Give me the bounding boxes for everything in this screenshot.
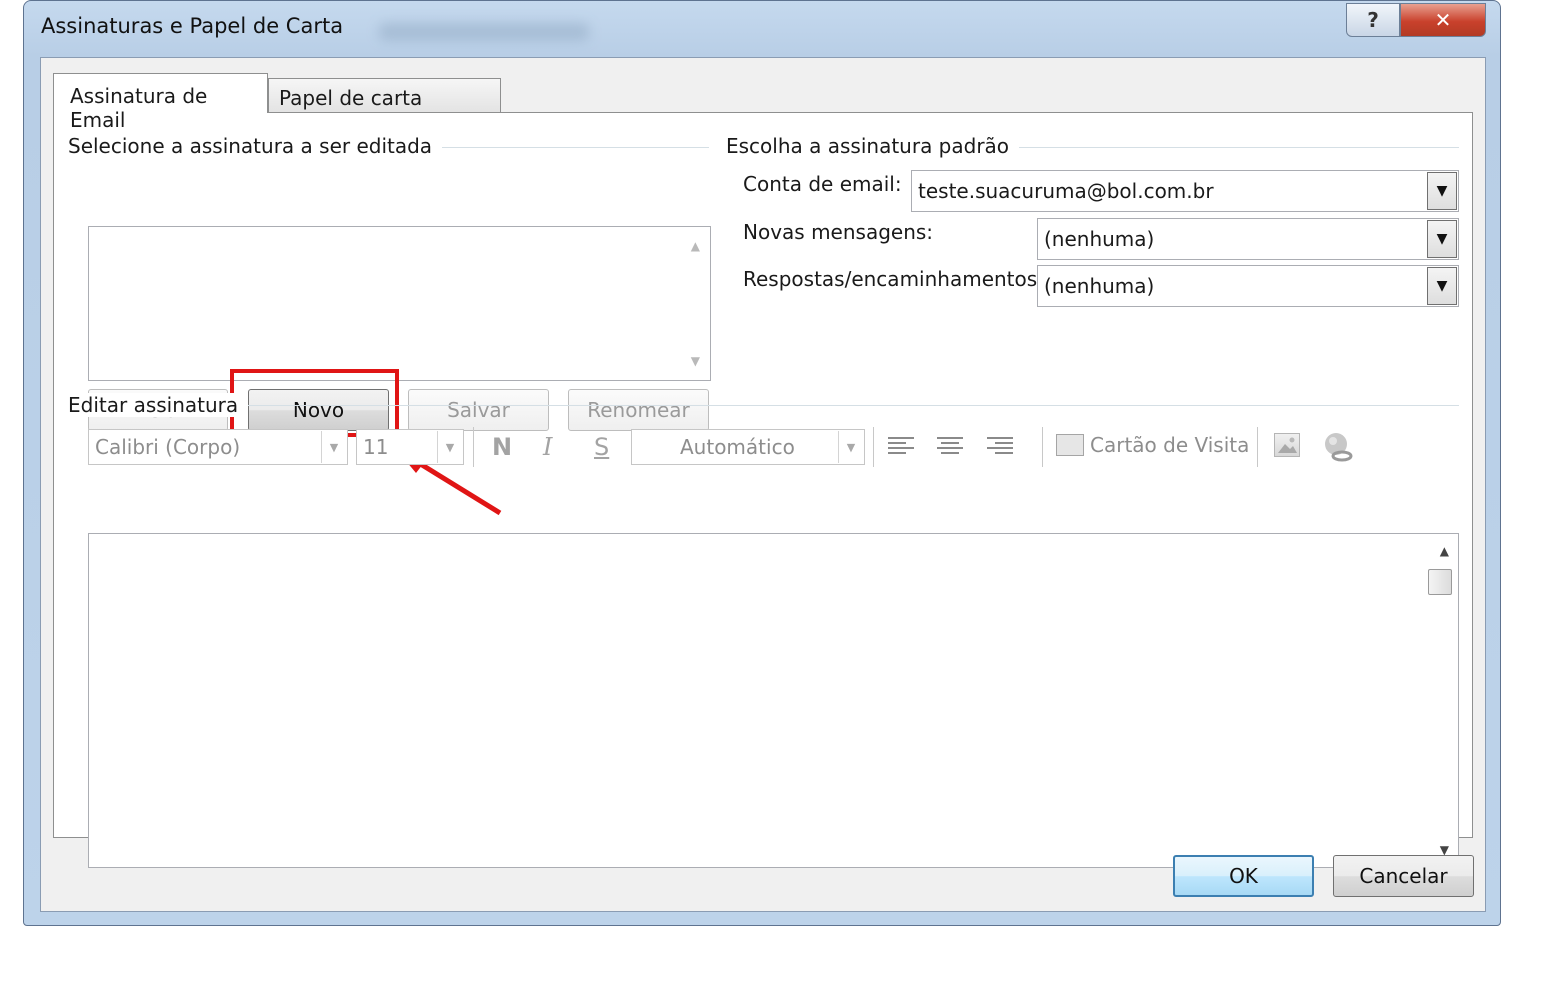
toolbar-separator (473, 427, 474, 467)
tab-email-signature[interactable]: Assinatura de Email (53, 73, 268, 132)
toolbar-separator (1257, 427, 1258, 467)
dialog-window: Assinaturas e Papel de Carta ? ✕ Assinat… (23, 0, 1501, 926)
chevron-down-icon[interactable]: ▼ (838, 431, 863, 463)
new-messages-label: Novas mensagens: (743, 220, 934, 244)
font-size-select[interactable]: 11 ▼ (356, 429, 464, 465)
tab-panel: Selecione a assinatura a ser editada ▲ ▼… (53, 112, 1473, 868)
font-name-value: Calibri (Corpo) (95, 435, 241, 459)
help-button[interactable]: ? (1346, 3, 1400, 37)
help-icon: ? (1367, 8, 1379, 32)
close-button[interactable]: ✕ (1400, 3, 1486, 37)
edit-signature-label: Editar assinatura (68, 393, 249, 417)
insert-picture-icon[interactable] (1274, 433, 1300, 457)
title-bar[interactable]: Assinaturas e Papel de Carta ? ✕ (24, 1, 1500, 57)
email-account-label: Conta de email: (743, 172, 902, 196)
align-center-icon[interactable] (937, 437, 963, 459)
business-card-icon (1056, 434, 1084, 456)
email-account-value: teste.suacuruma@bol.com.br (918, 179, 1214, 203)
select-signature-label: Selecione a assinatura a ser editada (68, 134, 443, 158)
replies-value: (nenhuma) (1044, 274, 1155, 298)
scroll-up-icon[interactable]: ▲ (691, 239, 700, 253)
underline-button[interactable]: S (594, 433, 609, 461)
italic-button[interactable]: I (543, 433, 552, 461)
new-messages-value: (nenhuma) (1044, 227, 1155, 251)
chevron-down-icon[interactable]: ▼ (321, 431, 346, 463)
font-color-select[interactable]: Automático ▼ (631, 429, 865, 465)
align-right-icon[interactable] (987, 437, 1013, 459)
cancel-button[interactable]: Cancelar (1333, 855, 1474, 897)
business-card-label: Cartão de Visita (1090, 433, 1250, 457)
email-account-select[interactable]: teste.suacuruma@bol.com.br ▼ (911, 170, 1459, 212)
business-card-button[interactable]: Cartão de Visita (1056, 433, 1249, 457)
signature-editor[interactable]: ▲ ▼ (88, 533, 1459, 868)
font-color-value: Automático (680, 435, 795, 459)
insert-hyperlink-icon[interactable] (1322, 431, 1354, 467)
tab-personal-stationery[interactable]: Papel de carta pessoal (268, 78, 501, 134)
rename-button[interactable]: Renomear (568, 389, 709, 431)
new-messages-select[interactable]: (nenhuma) ▼ (1037, 218, 1459, 260)
chevron-down-icon[interactable]: ▼ (1427, 172, 1457, 210)
chevron-down-icon[interactable]: ▼ (1427, 220, 1457, 258)
chevron-down-icon[interactable]: ▼ (1427, 267, 1457, 305)
scroll-up-icon[interactable]: ▲ (1440, 544, 1449, 558)
close-icon: ✕ (1434, 8, 1452, 32)
scrollbar-thumb[interactable] (1428, 569, 1452, 595)
default-signature-label: Escolha a assinatura padrão (726, 134, 1020, 158)
scroll-down-icon[interactable]: ▼ (691, 354, 700, 368)
font-size-value: 11 (363, 435, 389, 459)
section-divider (234, 405, 1459, 406)
toolbar-separator (873, 427, 874, 467)
chevron-down-icon[interactable]: ▼ (437, 431, 462, 463)
bold-button[interactable]: N (492, 433, 512, 461)
save-button[interactable]: Salvar (408, 389, 549, 431)
font-name-select[interactable]: Calibri (Corpo) ▼ (88, 429, 348, 465)
toolbar-separator (1042, 427, 1043, 467)
window-title: Assinaturas e Papel de Carta (41, 14, 344, 38)
replies-label: Respostas/encaminhamentos: (743, 267, 1044, 291)
ok-button[interactable]: OK (1173, 855, 1314, 897)
dialog-client-area: Assinatura de Email Papel de carta pesso… (40, 57, 1486, 912)
replies-select[interactable]: (nenhuma) ▼ (1037, 265, 1459, 307)
highlight-box (230, 369, 399, 437)
signature-list[interactable]: ▲ ▼ (88, 226, 711, 381)
blurred-title-text (379, 23, 589, 41)
align-left-icon[interactable] (888, 437, 914, 459)
section-divider (989, 147, 1459, 148)
